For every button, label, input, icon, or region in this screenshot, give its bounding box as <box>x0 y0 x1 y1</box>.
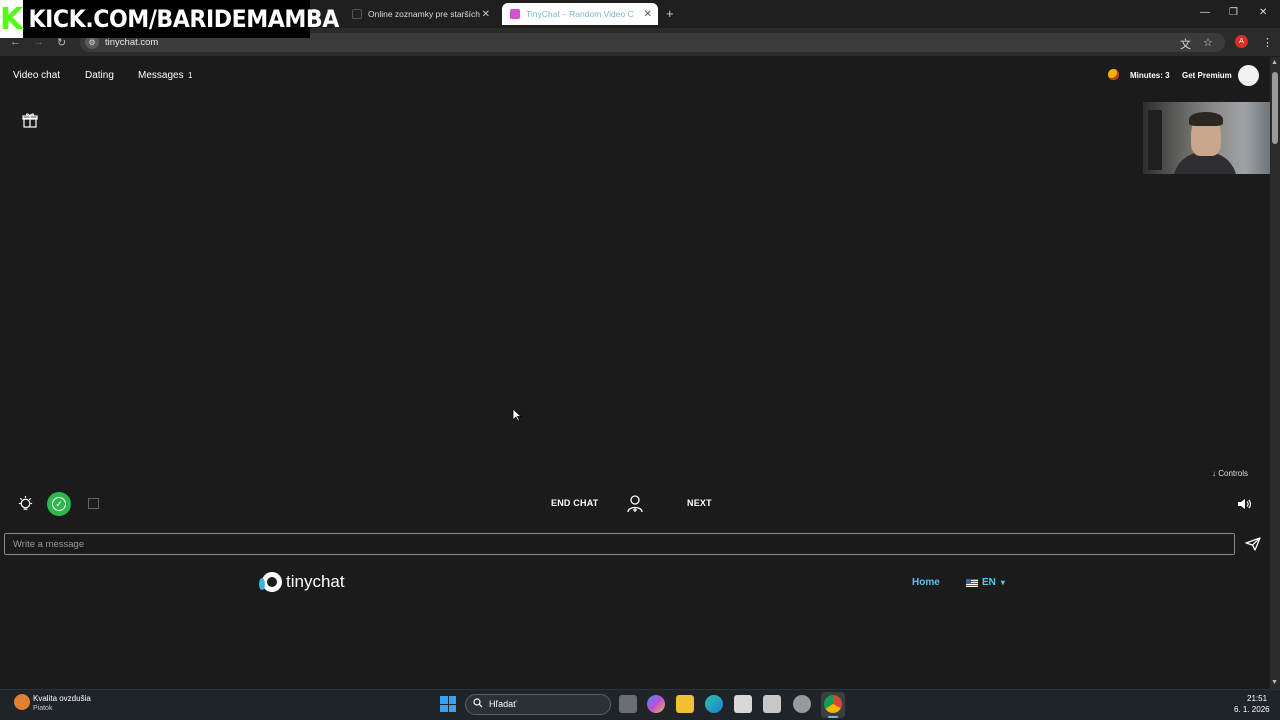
tab-favicon-icon <box>352 9 362 19</box>
scroll-up-icon[interactable]: ▲ <box>1271 59 1278 66</box>
mail-icon[interactable] <box>763 695 781 713</box>
minimize-button[interactable]: — <box>1200 7 1210 18</box>
weather-icon[interactable] <box>14 694 30 710</box>
tinychat-page <box>0 57 1270 689</box>
lightbulb-icon[interactable] <box>17 495 34 512</box>
kick-stream-banner: K KICK.COM/BARIDEMAMBA <box>0 0 340 38</box>
new-tab-button[interactable]: + <box>666 6 674 21</box>
verified-check-button[interactable]: ✓ <box>47 492 71 516</box>
end-chat-button[interactable]: END CHAT <box>551 498 598 508</box>
language-label: EN <box>982 577 996 588</box>
add-friend-icon[interactable] <box>626 494 644 514</box>
scrollbar[interactable] <box>1270 57 1280 689</box>
active-app-indicator <box>828 716 838 718</box>
search-icon <box>473 698 483 708</box>
nav-video-chat[interactable]: Video chat <box>13 70 60 81</box>
task-view-icon[interactable] <box>619 695 637 713</box>
user-avatar[interactable] <box>1238 65 1259 86</box>
chrome-icon[interactable] <box>824 695 842 713</box>
windows-start-icon[interactable] <box>440 696 456 712</box>
close-window-button[interactable]: ✕ <box>1259 7 1267 18</box>
home-link[interactable]: Home <box>912 577 940 588</box>
tinychat-brand-text: tinychat <box>286 572 345 591</box>
close-tab-icon[interactable]: ✕ <box>482 9 490 20</box>
edge-icon[interactable] <box>705 695 723 713</box>
tab-label: Online zoznamky pre starších <box>368 9 480 19</box>
maximize-button[interactable]: ❐ <box>1229 7 1238 18</box>
minutes-counter: Minutes: 3 <box>1130 71 1170 80</box>
messages-count-badge: 1 <box>188 71 193 80</box>
language-selector[interactable]: EN ▾ <box>966 577 1005 588</box>
gift-icon[interactable] <box>22 112 38 128</box>
tinychat-logo[interactable]: tinychat <box>259 572 345 592</box>
profile-avatar[interactable]: A <box>1235 35 1248 48</box>
self-camera-preview <box>1143 102 1270 174</box>
scroll-thumb[interactable] <box>1272 72 1278 144</box>
volume-icon[interactable] <box>1236 496 1252 512</box>
copilot-icon[interactable] <box>647 695 665 713</box>
check-icon: ✓ <box>52 497 66 511</box>
url-text[interactable]: tinychat.com <box>105 37 158 48</box>
mouse-cursor-icon <box>512 408 522 422</box>
tab-tinychat[interactable]: TinyChat – Random Video C ✕ <box>502 3 658 25</box>
file-explorer-icon[interactable] <box>676 695 694 713</box>
chevron-down-icon: ▾ <box>1000 578 1005 587</box>
nav-dating[interactable]: Dating <box>85 70 114 81</box>
taskbar-search-text[interactable]: Hľadať <box>489 699 517 709</box>
kick-logo: K <box>0 0 24 38</box>
taskbar-date[interactable]: 6. 1. 2026 <box>1234 705 1270 714</box>
taskbar-search[interactable] <box>465 694 611 715</box>
weather-subtitle: Piatok <box>33 705 53 712</box>
message-input[interactable] <box>4 533 1235 555</box>
close-tab-icon[interactable]: ✕ <box>644 9 652 20</box>
us-flag-icon <box>966 578 978 587</box>
translate-icon[interactable]: 文 <box>1180 36 1191 52</box>
taskbar-time[interactable]: 21:51 <box>1247 694 1267 703</box>
tab-label: TinyChat – Random Video C <box>526 9 634 19</box>
tab-online-zoznamky[interactable]: Online zoznamky pre starších ✕ <box>344 3 496 25</box>
next-button[interactable]: NEXT <box>687 498 712 508</box>
app-icon[interactable] <box>793 695 811 713</box>
windows-taskbar <box>0 689 1280 720</box>
get-premium-button[interactable]: Get Premium <box>1182 71 1232 80</box>
send-icon[interactable] <box>1245 537 1261 551</box>
store-icon[interactable] <box>734 695 752 713</box>
weather-title[interactable]: Kvalita ovzdušia <box>33 694 91 703</box>
controls-toggle[interactable]: ↓ Controls <box>1212 469 1248 478</box>
scroll-down-icon[interactable]: ▼ <box>1271 679 1278 686</box>
tinychat-logo-icon <box>259 572 282 592</box>
nav-messages[interactable]: Messages <box>138 70 184 81</box>
kick-channel-url: KICK.COM/BARIDEMAMBA <box>28 5 340 33</box>
menu-icon[interactable]: ⋮ <box>1262 36 1273 49</box>
bookmark-star-icon[interactable]: ☆ <box>1203 36 1213 49</box>
tab-favicon-icon <box>510 9 520 19</box>
coin-icon <box>1108 69 1119 80</box>
save-icon[interactable] <box>88 498 99 509</box>
